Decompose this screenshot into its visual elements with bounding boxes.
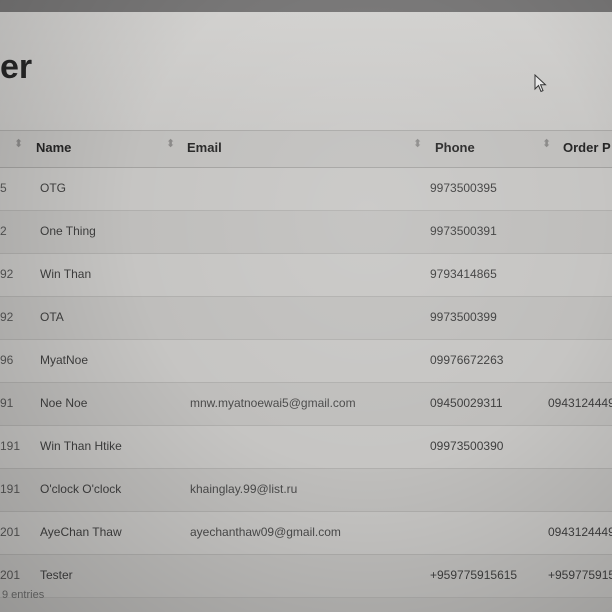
cell-id: 191 [0,482,21,496]
cell-email: khainglay.99@list.ru [190,482,298,496]
table-row[interactable]: 92 Win Than 9793414865 [0,254,612,297]
cell-id: 201 [0,568,21,582]
column-header-order-phone[interactable]: Order P [563,140,611,155]
cell-name: MyatNoe [40,353,89,367]
cell-name: Win Than Htike [40,439,122,453]
table-row[interactable]: 92 OTA 9973500399 [0,297,612,340]
cell-phone: +959775915615 [430,568,518,582]
table-row[interactable]: 191 Win Than Htike 09973500390 [0,426,612,469]
table-row[interactable]: 91 Noe Noe mnw.myatnoewai5@gmail.com 094… [0,383,612,426]
cell-phone: 9973500395 [430,181,497,195]
page-header: er [0,12,612,130]
cell-name: OTG [40,181,66,195]
table-row[interactable]: 201 AyeChan Thaw ayechanthaw09@gmail.com… [0,512,612,555]
cell-id: 5 [0,181,7,195]
cell-name: OTA [40,310,64,324]
customers-table: ⬍ Name ⬍ Email ⬍ Phone ⬍ Order P 5 OTG 9… [0,130,612,598]
sort-icon[interactable]: ⬍ [166,139,175,150]
cell-email: ayechanthaw09@gmail.com [190,525,341,539]
cell-name: AyeChan Thaw [40,525,122,539]
cell-phone: 9973500399 [430,310,497,324]
mouse-cursor-icon [534,74,547,93]
cell-order-phone: 0943124449 [548,396,612,410]
cell-id: 201 [0,525,21,539]
cell-phone: 09450029311 [430,396,503,410]
sort-icon[interactable]: ⬍ [413,139,422,150]
column-header-phone[interactable]: Phone [435,140,475,155]
cell-phone: 9793414865 [430,267,497,281]
cell-id: 92 [0,310,14,324]
cell-phone: 9973500391 [430,224,497,238]
column-header-name[interactable]: Name [36,140,71,155]
cell-name: Win Than [40,267,92,281]
table-entries-info: 9 entries [2,589,45,601]
cell-order-phone: 0943124449 [548,525,612,539]
table-row[interactable]: 191 O'clock O'clock khainglay.99@list.ru [0,469,612,512]
cell-phone: 09973500390 [430,439,504,453]
cell-phone: 09976672263 [430,353,504,367]
cell-name: Tester [40,568,73,582]
cell-name: O'clock O'clock [40,482,122,496]
table-row[interactable]: 201 Tester +959775915615 +959775915 [0,555,612,598]
table-header: ⬍ Name ⬍ Email ⬍ Phone ⬍ Order P [0,130,612,168]
sort-icon[interactable]: ⬍ [14,139,23,150]
table-body: 5 OTG 9973500395 2 One Thing 9973500391 … [0,168,612,598]
browser-top-bar [0,0,612,12]
page-title: er [0,48,33,86]
table-row[interactable]: 96 MyatNoe 09976672263 [0,340,612,383]
column-header-email[interactable]: Email [187,140,222,155]
cell-name: One Thing [40,224,96,238]
cell-name: Noe Noe [40,396,88,410]
cell-id: 92 [0,267,14,281]
cell-id: 191 [0,439,21,453]
sort-icon[interactable]: ⬍ [542,139,551,150]
cell-id: 91 [0,396,14,410]
cell-id: 96 [0,353,14,367]
cell-email: mnw.myatnoewai5@gmail.com [190,396,356,410]
cell-order-phone: +959775915 [548,568,612,582]
table-row[interactable]: 5 OTG 9973500395 [0,168,612,211]
cell-id: 2 [0,224,7,238]
table-row[interactable]: 2 One Thing 9973500391 [0,211,612,254]
